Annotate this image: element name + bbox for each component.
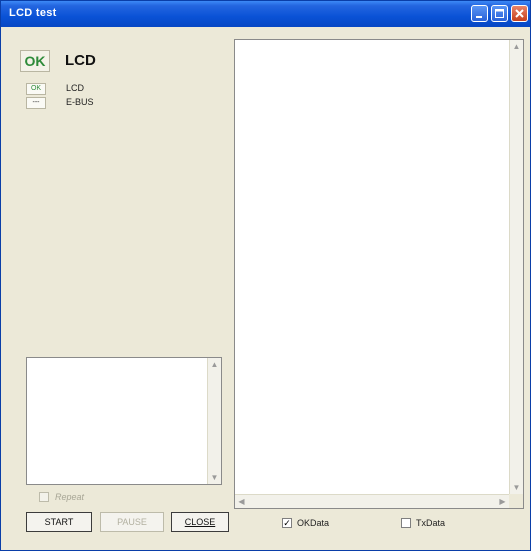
pause-button[interactable]: PAUSE [100,512,164,532]
txdata-checkbox[interactable] [401,518,411,528]
close-button[interactable]: CLOSE [171,512,229,532]
minimize-button[interactable] [471,5,488,22]
okdata-label: OKData [297,518,330,528]
main-status-badge: OK [20,50,50,72]
minimize-icon [476,16,482,18]
title-bar[interactable]: LCD test [1,1,530,27]
lcd-status-badge: OK [26,83,46,95]
main-status-label: LCD [65,52,96,69]
close-window-button[interactable] [511,5,528,22]
ebus-status-badge: --- [26,97,46,109]
scroll-up-icon[interactable]: ▲ [510,40,523,53]
maximize-icon [495,9,504,18]
scroll-right-icon[interactable]: ▶ [496,495,509,508]
lcd-status-label: LCD [66,83,85,93]
scroll-down-icon[interactable]: ▼ [208,471,221,484]
data-output-panel[interactable]: ▲ ▼ ◀ ▶ [234,39,524,509]
lcd-test-window: LCD test OK LCD OK LCD --- E-BUS ▲ ▼ Rep… [0,0,531,551]
scroll-left-icon[interactable]: ◀ [235,495,248,508]
maximize-button[interactable] [491,5,508,22]
log-vertical-scrollbar[interactable]: ▲ ▼ [207,358,221,484]
scrollbar-corner [509,494,523,508]
panel-horizontal-scrollbar[interactable]: ◀ ▶ [235,494,509,508]
txdata-label: TxData [416,518,446,528]
window-title: LCD test [9,7,57,19]
log-textbox[interactable]: ▲ ▼ [26,357,222,485]
scroll-up-icon[interactable]: ▲ [208,358,221,371]
repeat-label: Repeat [55,492,85,502]
checkmark-icon: ✓ [283,518,291,528]
start-button[interactable]: START [26,512,92,532]
scroll-down-icon[interactable]: ▼ [510,481,523,494]
repeat-checkbox[interactable] [39,492,49,502]
ebus-status-label: E-BUS [66,97,94,107]
panel-vertical-scrollbar[interactable]: ▲ ▼ [509,40,523,494]
close-icon [515,9,524,18]
okdata-checkbox[interactable]: ✓ [282,518,292,528]
